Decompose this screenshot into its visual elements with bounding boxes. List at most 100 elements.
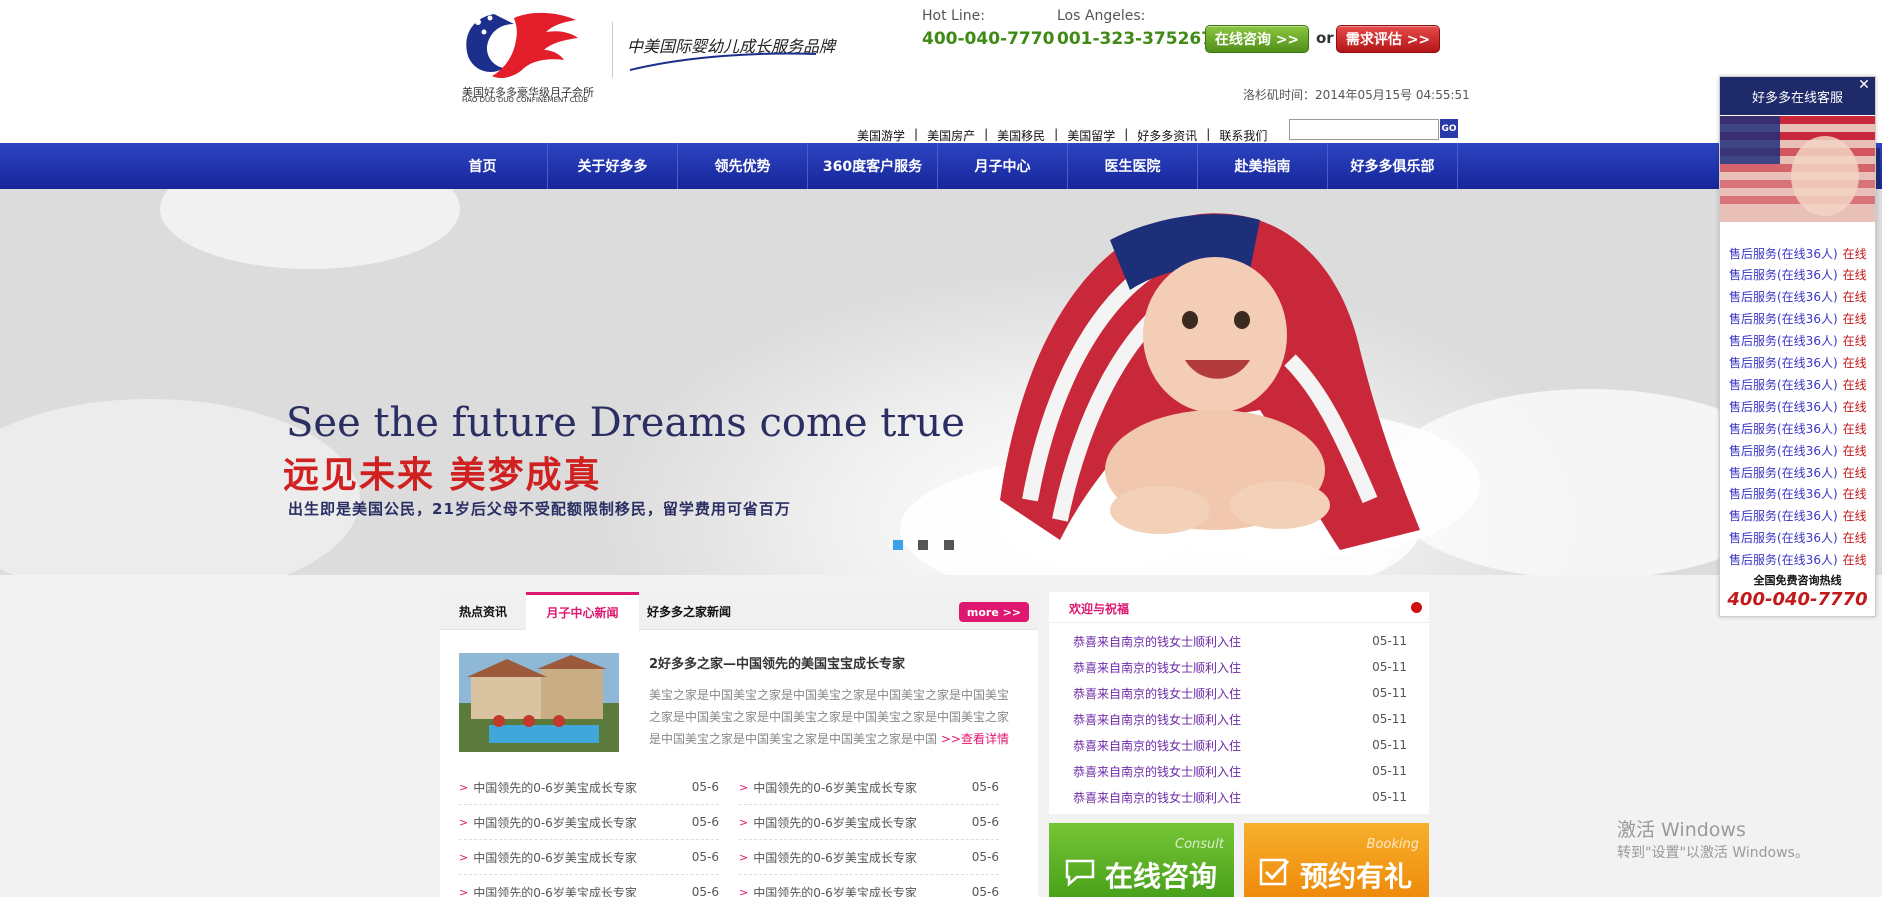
news-item-date: 05-6 [971, 850, 999, 864]
online-consult-button[interactable]: 在线咨询 >> [1205, 25, 1309, 53]
news-item-title[interactable]: 中国领先的0-6岁美宝成长专家 [753, 779, 917, 796]
list-item[interactable]: > 中国领先的0-6岁美宝成长专家 05-6 [739, 805, 999, 840]
consult-promo-button[interactable]: Consult 在线咨询 [1049, 823, 1234, 897]
welcome-item-text[interactable]: 恭喜来自南京的钱女士顺利入住 [1073, 789, 1241, 806]
service-agent-row[interactable]: 售后服务(在线36人) 在线 [1729, 286, 1874, 308]
service-agent-label[interactable]: 售后服务(在线36人) [1729, 398, 1838, 415]
welcome-item-text[interactable]: 恭喜来自南京的钱女士顺利入住 [1073, 737, 1241, 754]
service-agent-row[interactable]: 售后服务(在线36人) 在线 [1729, 549, 1874, 571]
nav-club[interactable]: 好多多俱乐部 [1328, 143, 1458, 189]
list-item[interactable]: > 中国领先的0-6岁美宝成长专家 05-6 [739, 875, 999, 897]
welcome-item[interactable]: 恭喜来自南京的钱女士顺利入住 05-11 [1073, 654, 1407, 680]
service-agent-status: 在线 [1842, 465, 1867, 480]
welcome-item[interactable]: 恭喜来自南京的钱女士顺利入住 05-11 [1073, 706, 1407, 732]
service-agent-label[interactable]: 售后服务(在线36人) [1729, 529, 1838, 546]
service-agent-label[interactable]: 售后服务(在线36人) [1729, 464, 1838, 481]
slide-dot-3[interactable] [944, 540, 954, 550]
welcome-item[interactable]: 恭喜来自南京的钱女士顺利入住 05-11 [1073, 628, 1407, 654]
service-agent-status: 在线 [1842, 246, 1867, 261]
service-agent-label[interactable]: 售后服务(在线36人) [1729, 245, 1838, 262]
featured-news-body: 美宝之家是中国美宝之家是中国美宝之家是中国美宝之家是中国美宝之家是中国美宝之家是… [649, 684, 1015, 750]
toplink-real-estate[interactable]: 美国房产 [927, 127, 975, 144]
nav-doctors-hospitals[interactable]: 医生医院 [1068, 143, 1198, 189]
welcome-item-date: 05-11 [1372, 738, 1407, 752]
service-agent-row[interactable]: 售后服务(在线36人) 在线 [1729, 352, 1874, 374]
list-item[interactable]: > 中国领先的0-6岁美宝成长专家 05-6 [739, 770, 999, 805]
tab-center-news[interactable]: 月子中心新闻 [526, 592, 639, 630]
slide-dot-2[interactable] [918, 540, 928, 550]
toplink-contact[interactable]: 联系我们 [1219, 127, 1267, 144]
nav-confinement-center[interactable]: 月子中心 [938, 143, 1068, 189]
service-agent-label[interactable]: 售后服务(在线36人) [1729, 376, 1838, 393]
service-agent-row[interactable]: 售后服务(在线36人) 在线 [1729, 439, 1874, 461]
nav-home[interactable]: 首页 [418, 143, 548, 189]
service-agent-row[interactable]: 售后服务(在线36人) 在线 [1729, 242, 1874, 264]
service-agent-row[interactable]: 售后服务(在线36人) 在线 [1729, 373, 1874, 395]
toplink-study-abroad[interactable]: 美国留学 [1067, 127, 1115, 144]
news-item-title[interactable]: 中国领先的0-6岁美宝成长专家 [473, 849, 637, 866]
service-agent-row[interactable]: 售后服务(在线36人) 在线 [1729, 330, 1874, 352]
nav-us-guide[interactable]: 赴美指南 [1198, 143, 1328, 189]
news-item-title[interactable]: 中国领先的0-6岁美宝成长专家 [753, 849, 917, 866]
news-item-title[interactable]: 中国领先的0-6岁美宝成长专家 [753, 884, 917, 897]
welcome-item-text[interactable]: 恭喜来自南京的钱女士顺利入住 [1073, 711, 1241, 728]
service-agent-row[interactable]: 售后服务(在线36人) 在线 [1729, 483, 1874, 505]
service-agent-row[interactable]: 售后服务(在线36人) 在线 [1729, 308, 1874, 330]
service-agent-row[interactable]: 售后服务(在线36人) 在线 [1729, 417, 1874, 439]
service-agent-label[interactable]: 售后服务(在线36人) [1729, 551, 1838, 568]
toplink-study-tour[interactable]: 美国游学 [857, 127, 905, 144]
news-item-date: 05-6 [691, 850, 719, 864]
service-agent-row[interactable]: 售后服务(在线36人) 在线 [1729, 264, 1874, 286]
welcome-item-text[interactable]: 恭喜来自南京的钱女士顺利入住 [1073, 763, 1241, 780]
welcome-item-text[interactable]: 恭喜来自南京的钱女士顺利入住 [1073, 685, 1241, 702]
nav-advantages[interactable]: 领先优势 [678, 143, 808, 189]
news-item-title[interactable]: 中国领先的0-6岁美宝成长专家 [473, 779, 637, 796]
toplink-immigration[interactable]: 美国移民 [997, 127, 1045, 144]
news-item-title[interactable]: 中国领先的0-6岁美宝成长专家 [473, 814, 637, 831]
service-agent-label[interactable]: 售后服务(在线36人) [1729, 442, 1838, 459]
tab-hot-news[interactable]: 热点资讯 [440, 592, 526, 630]
featured-news-more-link[interactable]: >>查看详情 [941, 732, 1009, 746]
welcome-item[interactable]: 恭喜来自南京的钱女士顺利入住 05-11 [1073, 784, 1407, 810]
list-item[interactable]: > 中国领先的0-6岁美宝成长专家 05-6 [739, 840, 999, 875]
search-go-button[interactable]: GO [1440, 119, 1458, 138]
welcome-item-text[interactable]: 恭喜来自南京的钱女士顺利入住 [1073, 659, 1241, 676]
nav-about[interactable]: 关于好多多 [548, 143, 678, 189]
welcome-item[interactable]: 恭喜来自南京的钱女士顺利入住 05-11 [1073, 732, 1407, 758]
service-agent-label[interactable]: 售后服务(在线36人) [1729, 310, 1838, 327]
service-agent-row[interactable]: 售后服务(在线36人) 在线 [1729, 395, 1874, 417]
news-item-title[interactable]: 中国领先的0-6岁美宝成长专家 [753, 814, 917, 831]
service-agent-row[interactable]: 售后服务(在线36人) 在线 [1729, 461, 1874, 483]
welcome-item[interactable]: 恭喜来自南京的钱女士顺利入住 05-11 [1073, 680, 1407, 706]
booking-promo-button[interactable]: Booking 预约有礼 [1244, 823, 1429, 897]
list-item[interactable]: > 中国领先的0-6岁美宝成长专家 05-6 [459, 770, 719, 805]
list-item[interactable]: > 中国领先的0-6岁美宝成长专家 05-6 [459, 875, 719, 897]
nav-service-360[interactable]: 360度客户服务 [808, 143, 938, 189]
news-item-title[interactable]: 中国领先的0-6岁美宝成长专家 [473, 884, 637, 897]
list-item[interactable]: > 中国领先的0-6岁美宝成长专家 05-6 [459, 805, 719, 840]
hero-banner[interactable] [0, 189, 1882, 575]
service-agent-label[interactable]: 售后服务(在线36人) [1729, 485, 1838, 502]
search-input[interactable] [1289, 119, 1439, 140]
service-agent-label[interactable]: 售后服务(在线36人) [1729, 354, 1838, 371]
news-featured-image[interactable] [459, 653, 619, 752]
service-agent-label[interactable]: 售后服务(在线36人) [1729, 507, 1838, 524]
service-agent-row[interactable]: 售后服务(在线36人) 在线 [1729, 505, 1874, 527]
welcome-item-text[interactable]: 恭喜来自南京的钱女士顺利入住 [1073, 633, 1241, 650]
service-agent-label[interactable]: 售后服务(在线36人) [1729, 420, 1838, 437]
tab-home-news[interactable]: 好多多之家新闻 [639, 592, 739, 630]
welcome-item[interactable]: 恭喜来自南京的钱女士顺利入住 05-11 [1073, 758, 1407, 784]
featured-news-title[interactable]: 2好多多之家—中国领先的美国宝宝成长专家 [649, 653, 905, 672]
service-scrollbar[interactable] [1876, 148, 1880, 188]
service-agent-label[interactable]: 售后服务(在线36人) [1729, 266, 1838, 283]
more-news-button[interactable]: more >> [959, 602, 1029, 622]
list-item[interactable]: > 中国领先的0-6岁美宝成长专家 05-6 [459, 840, 719, 875]
slide-dot-1[interactable] [893, 540, 903, 550]
needs-evaluation-button[interactable]: 需求评估 >> [1336, 25, 1440, 53]
service-agent-label[interactable]: 售后服务(在线36人) [1729, 288, 1838, 305]
news-item-date: 05-6 [691, 815, 719, 829]
service-agent-label[interactable]: 售后服务(在线36人) [1729, 332, 1838, 349]
toplink-news[interactable]: 好多多资讯 [1137, 127, 1197, 144]
service-agent-row[interactable]: 售后服务(在线36人) 在线 [1729, 527, 1874, 549]
close-icon[interactable]: ✕ [1856, 77, 1872, 93]
